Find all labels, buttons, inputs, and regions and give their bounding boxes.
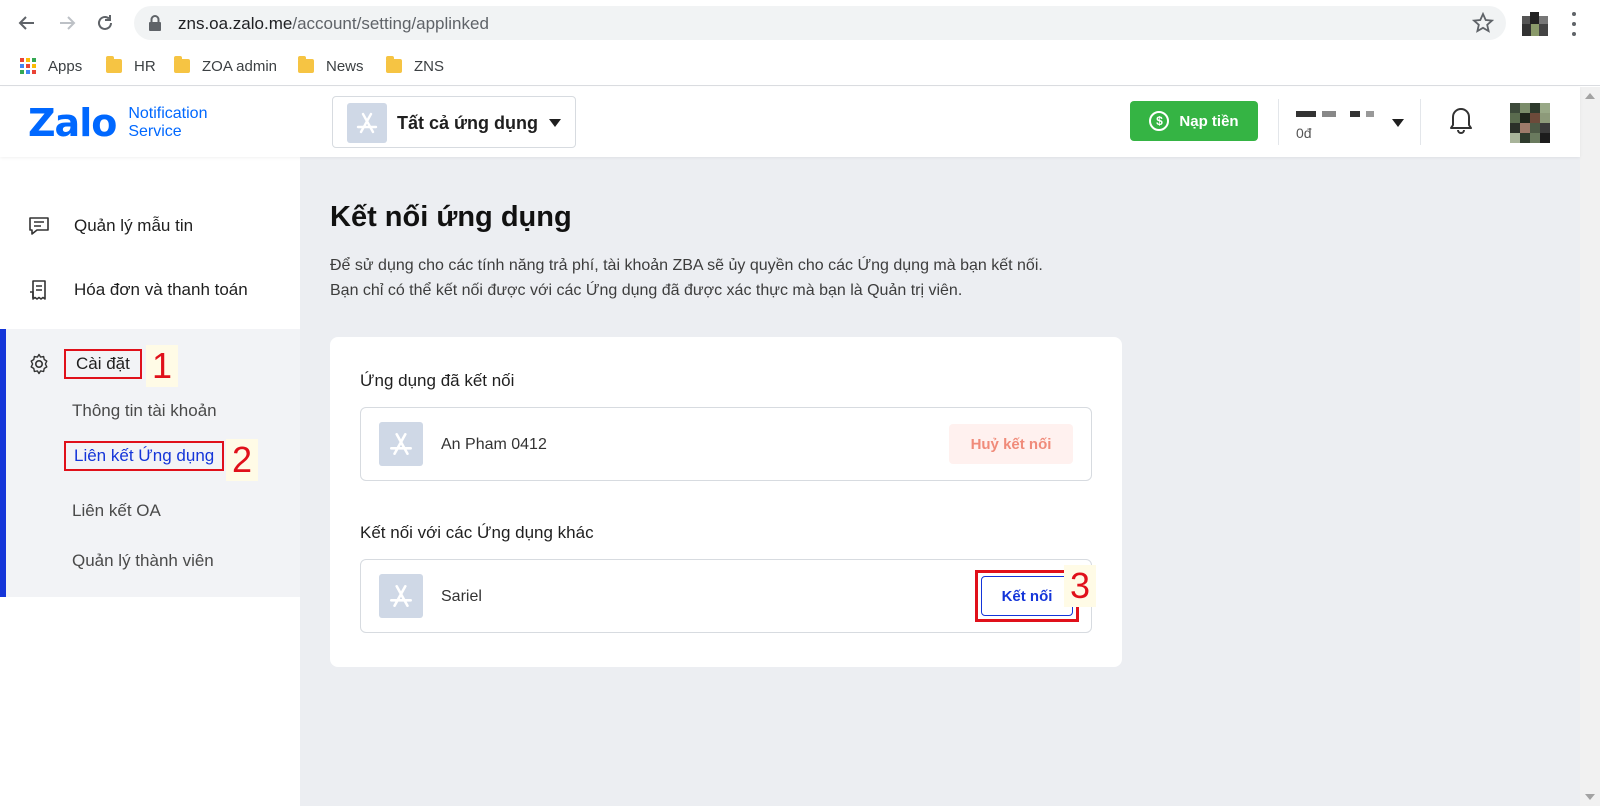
app-connections-card: Ứng dụng đã kết nối An Pham 0412 Huỷ kết… bbox=[330, 337, 1122, 667]
sidebar-item-settings[interactable]: Cài đặt bbox=[28, 349, 142, 379]
forward-button[interactable] bbox=[52, 8, 82, 38]
sidebar-subitem-app-linking[interactable]: Liên kết Ứng dụng bbox=[64, 441, 225, 471]
message-template-icon bbox=[29, 217, 49, 235]
logo-subtitle: Notification Service bbox=[128, 105, 207, 141]
connected-app-row: An Pham 0412 Huỷ kết nối bbox=[360, 407, 1092, 481]
app-header: Zalo Notification Service Tất cả ứng dụn… bbox=[0, 87, 1580, 157]
gear-icon bbox=[30, 353, 48, 375]
folder-icon bbox=[298, 56, 314, 73]
reload-button[interactable] bbox=[90, 8, 120, 38]
folder-icon bbox=[106, 56, 122, 73]
bookmark-news[interactable]: News bbox=[298, 54, 364, 78]
bookmark-label: ZOA admin bbox=[202, 57, 278, 75]
annotation-number: 3 bbox=[1064, 565, 1097, 607]
app-name: An Pham 0412 bbox=[441, 436, 547, 453]
masked-account-name bbox=[1350, 111, 1360, 117]
pixel-avatar-icon bbox=[1522, 12, 1548, 36]
bookmark-label: News bbox=[326, 57, 364, 75]
masked-account-name bbox=[1296, 111, 1316, 117]
annotation-number: 2 bbox=[226, 439, 259, 481]
dollar-coin-icon: $ bbox=[1149, 111, 1170, 131]
folder-icon bbox=[386, 56, 402, 73]
topup-button[interactable]: $ Nạp tiền bbox=[1130, 101, 1258, 141]
description-line: Để sử dụng cho các tính năng trả phí, tà… bbox=[330, 257, 1043, 274]
app-name: Sariel bbox=[441, 588, 482, 605]
sidebar-item-label: Quản lý mẫu tin bbox=[74, 216, 194, 235]
sidebar: Quản lý mẫu tin Hóa đơn và thanh toán Cà… bbox=[0, 157, 300, 806]
caret-down-icon bbox=[1392, 119, 1404, 127]
bookmark-label: Apps bbox=[48, 57, 83, 75]
user-avatar[interactable] bbox=[1510, 103, 1550, 143]
logo-sub-line-2: Service bbox=[128, 123, 182, 140]
sidebar-settings-group: Cài đặt 1 Thông tin tài khoản Liên kết Ứ… bbox=[0, 329, 300, 597]
header-divider bbox=[1278, 99, 1279, 145]
sidebar-item-billing[interactable]: Hóa đơn và thanh toán bbox=[28, 279, 248, 301]
other-apps-heading: Kết nối với các Ứng dụng khác bbox=[360, 523, 594, 542]
app-store-icon bbox=[347, 103, 387, 143]
url-host: zns.oa.zalo.me bbox=[178, 14, 293, 33]
sidebar-item-label: Hóa đơn và thanh toán bbox=[74, 280, 248, 299]
extension-icon[interactable] bbox=[1522, 12, 1548, 36]
page-description: Để sử dụng cho các tính năng trả phí, tà… bbox=[330, 253, 1043, 303]
app-store-icon bbox=[379, 422, 423, 466]
page-scrollbar[interactable] bbox=[1580, 87, 1600, 806]
address-bar[interactable]: zns.oa.zalo.me/account/setting/applinked bbox=[134, 6, 1506, 40]
account-balance: 0đ bbox=[1296, 125, 1312, 141]
browser-toolbar: zns.oa.zalo.me/account/setting/applinked bbox=[0, 0, 1600, 46]
lock-icon bbox=[149, 15, 161, 31]
reload-icon bbox=[98, 15, 112, 30]
arrow-right-icon bbox=[60, 16, 76, 30]
logo-sub-line-1: Notification bbox=[128, 105, 208, 122]
bookmark-hr[interactable]: HR bbox=[106, 54, 156, 78]
sidebar-subitem-oa-linking[interactable]: Liên kết OA bbox=[72, 501, 161, 521]
description-line: Bạn chỉ có thể kết nối được với các Ứng … bbox=[330, 282, 963, 299]
bookmark-apps[interactable]: Apps bbox=[20, 54, 82, 78]
app-selector-dropdown[interactable]: Tất cả ứng dụng bbox=[332, 96, 576, 148]
browser-menu-icon[interactable] bbox=[1568, 12, 1580, 36]
sidebar-item-label: Cài đặt bbox=[64, 349, 142, 379]
account-balance-dropdown[interactable]: 0đ bbox=[1296, 107, 1406, 143]
caret-down-icon bbox=[549, 119, 561, 127]
sidebar-subitem-members[interactable]: Quản lý thành viên bbox=[72, 551, 214, 571]
connected-apps-heading: Ứng dụng đã kết nối bbox=[360, 371, 515, 390]
disconnect-button[interactable]: Huỷ kết nối bbox=[949, 424, 1073, 464]
bookmark-label: HR bbox=[134, 57, 156, 75]
header-divider bbox=[1420, 99, 1421, 145]
masked-account-name bbox=[1366, 111, 1374, 117]
connect-button[interactable]: Kết nối bbox=[981, 576, 1073, 616]
notification-bell-icon[interactable] bbox=[1448, 104, 1474, 139]
bookmark-zns[interactable]: ZNS bbox=[386, 54, 444, 78]
url-text: zns.oa.zalo.me/account/setting/applinked bbox=[178, 14, 489, 34]
bookmarks-bar: Apps HR ZOA admin News ZNS bbox=[0, 46, 1600, 86]
scroll-up-icon[interactable] bbox=[1585, 93, 1595, 99]
apps-grid-icon bbox=[20, 58, 36, 74]
bookmark-zoa-admin[interactable]: ZOA admin bbox=[174, 54, 277, 78]
zalo-logo[interactable]: Zalo Notification Service bbox=[28, 101, 207, 145]
scroll-down-icon[interactable] bbox=[1585, 794, 1595, 800]
url-path: /account/setting/applinked bbox=[292, 14, 489, 33]
sidebar-item-message-templates[interactable]: Quản lý mẫu tin bbox=[28, 215, 193, 237]
invoice-icon bbox=[30, 280, 46, 300]
topup-label: Nạp tiền bbox=[1179, 112, 1239, 130]
star-icon[interactable] bbox=[1472, 12, 1494, 34]
annotation-number: 1 bbox=[146, 345, 179, 387]
sidebar-subitem-account-info[interactable]: Thông tin tài khoản bbox=[72, 401, 217, 421]
available-app-row: Sariel Kết nối bbox=[360, 559, 1092, 633]
bookmark-label: ZNS bbox=[414, 57, 444, 75]
arrow-left-icon bbox=[18, 16, 34, 30]
masked-account-name bbox=[1322, 111, 1336, 117]
app-store-icon bbox=[379, 574, 423, 618]
logo-wordmark: Zalo bbox=[28, 101, 117, 145]
folder-icon bbox=[174, 56, 190, 73]
page-title: Kết nối ứng dụng bbox=[330, 201, 572, 233]
app-selector-label: Tất cả ứng dụng bbox=[397, 113, 539, 133]
back-button[interactable] bbox=[12, 8, 42, 38]
main-content: Kết nối ứng dụng Để sử dụng cho các tính… bbox=[300, 157, 1580, 806]
